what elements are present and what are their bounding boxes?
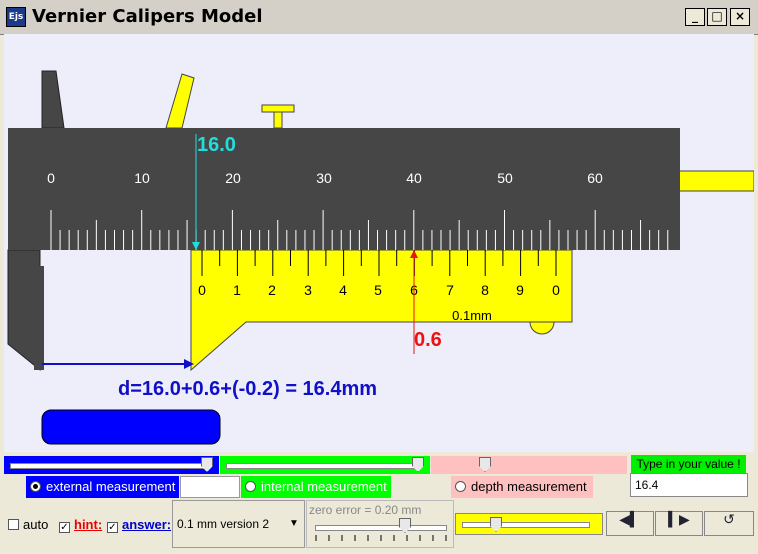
vernier-reading-value: 0.6 bbox=[414, 329, 442, 351]
input-prompt-label: Type in your value ! bbox=[631, 455, 746, 473]
auto-checkbox-box[interactable] bbox=[8, 519, 19, 530]
external-slider-thumb[interactable] bbox=[201, 457, 213, 472]
vernier-label: 2 bbox=[268, 282, 276, 298]
radio-depth[interactable]: depth measurement bbox=[451, 476, 593, 498]
vernier-label: 7 bbox=[446, 282, 454, 298]
zero-error-slider[interactable]: zero error = 0.20 mm bbox=[306, 500, 454, 548]
hint-label: hint: bbox=[74, 517, 103, 532]
fixed-lower-jaw-inner bbox=[34, 266, 44, 370]
radio-external-dot[interactable] bbox=[30, 481, 41, 492]
vernier-label: 0 bbox=[552, 282, 560, 298]
measurement-formula: d=16.0+0.6+(-0.2) = 16.4mm bbox=[118, 378, 378, 400]
speed-slider[interactable] bbox=[455, 513, 603, 535]
version-selected: 0.1 mm version 2 bbox=[177, 517, 270, 531]
thumb-screw-stem bbox=[273, 111, 283, 129]
vernier-knob bbox=[529, 321, 555, 335]
zero-error-label: zero error = 0.20 mm bbox=[309, 503, 422, 517]
auto-checkbox[interactable]: auto bbox=[8, 517, 48, 532]
main-scale bbox=[8, 128, 680, 250]
vernier-label: 5 bbox=[374, 282, 382, 298]
caliper-canvas: 0 10 20 30 40 50 60 0 1 2 3 4 5 6 7 8 9 bbox=[4, 34, 754, 452]
main-scale-label: 50 bbox=[497, 170, 513, 186]
radio-depth-label: depth measurement bbox=[471, 479, 587, 494]
window-title: Vernier Calipers Model bbox=[32, 6, 263, 27]
vernier-label: 9 bbox=[516, 282, 524, 298]
hint-checkbox[interactable]: ✓ hint: bbox=[59, 517, 102, 533]
title-bar: Ejs Vernier Calipers Model _ □ × bbox=[0, 0, 758, 35]
external-slider-track bbox=[10, 463, 207, 469]
main-scale-label: 0 bbox=[47, 170, 55, 186]
main-reading-value: 16.0 bbox=[197, 134, 236, 156]
radio-internal[interactable]: internal measurement bbox=[241, 476, 391, 498]
vernier-label: 1 bbox=[233, 282, 241, 298]
vernier-body bbox=[190, 249, 573, 372]
step-forward-button[interactable]: ▍▶ bbox=[655, 511, 703, 536]
radio-depth-dot[interactable] bbox=[455, 481, 466, 492]
vernier-label: 3 bbox=[304, 282, 312, 298]
speed-slider-track bbox=[462, 522, 590, 528]
blank-field bbox=[180, 476, 240, 498]
external-slider[interactable] bbox=[4, 456, 219, 474]
radio-internal-label: internal measurement bbox=[261, 479, 387, 494]
vernier-unit-label: 0.1mm bbox=[452, 308, 492, 323]
answer-checkbox-box[interactable]: ✓ bbox=[107, 522, 118, 533]
internal-slider-track bbox=[226, 463, 418, 469]
value-input[interactable]: 16.4 bbox=[630, 473, 748, 497]
sliding-upper-jaw bbox=[165, 73, 195, 129]
main-scale-label: 10 bbox=[134, 170, 150, 186]
radio-external-label: external measurement bbox=[46, 479, 176, 494]
caliper-drawing: 0 10 20 30 40 50 60 0 1 2 3 4 5 6 7 8 9 bbox=[7, 70, 754, 445]
fixed-upper-jaw bbox=[41, 70, 65, 129]
vernier-label: 0 bbox=[198, 282, 206, 298]
vernier-label: 8 bbox=[481, 282, 489, 298]
depth-slider-thumb[interactable] bbox=[479, 457, 491, 472]
main-scale-label: 20 bbox=[225, 170, 241, 186]
version-dropdown[interactable]: 0.1 mm version 2 ▼ bbox=[172, 500, 305, 548]
chevron-down-icon[interactable]: ▼ bbox=[289, 518, 299, 529]
step-back-button[interactable]: ◀▍ bbox=[606, 511, 654, 536]
answer-checkbox[interactable]: ✓ answer: bbox=[107, 517, 171, 533]
depth-slider[interactable] bbox=[431, 456, 627, 474]
thumb-screw-head bbox=[261, 104, 295, 113]
auto-label: auto bbox=[23, 517, 49, 532]
main-scale-label: 60 bbox=[587, 170, 603, 186]
main-scale-label: 30 bbox=[316, 170, 332, 186]
main-scale-label: 40 bbox=[406, 170, 422, 186]
reset-button[interactable]: ↺ bbox=[704, 511, 754, 536]
app-window: Ejs Vernier Calipers Model _ □ × 0 10 20… bbox=[0, 0, 758, 554]
internal-slider[interactable] bbox=[220, 456, 430, 474]
radio-internal-dot[interactable] bbox=[245, 481, 256, 492]
speed-slider-thumb[interactable] bbox=[490, 517, 502, 532]
depth-rod bbox=[677, 170, 754, 192]
maximize-button[interactable]: □ bbox=[707, 8, 727, 26]
measured-object bbox=[41, 409, 221, 445]
vernier-label: 4 bbox=[339, 282, 347, 298]
answer-label: answer: bbox=[122, 517, 172, 532]
ejs-app-icon: Ejs bbox=[6, 7, 26, 27]
close-button[interactable]: × bbox=[730, 8, 750, 26]
minimize-button[interactable]: _ bbox=[685, 8, 705, 26]
radio-external[interactable]: external measurement bbox=[26, 476, 179, 498]
zero-error-track bbox=[315, 525, 447, 531]
hint-checkbox-box[interactable]: ✓ bbox=[59, 522, 70, 533]
zero-error-ticks bbox=[315, 535, 447, 541]
internal-slider-thumb[interactable] bbox=[412, 457, 424, 472]
